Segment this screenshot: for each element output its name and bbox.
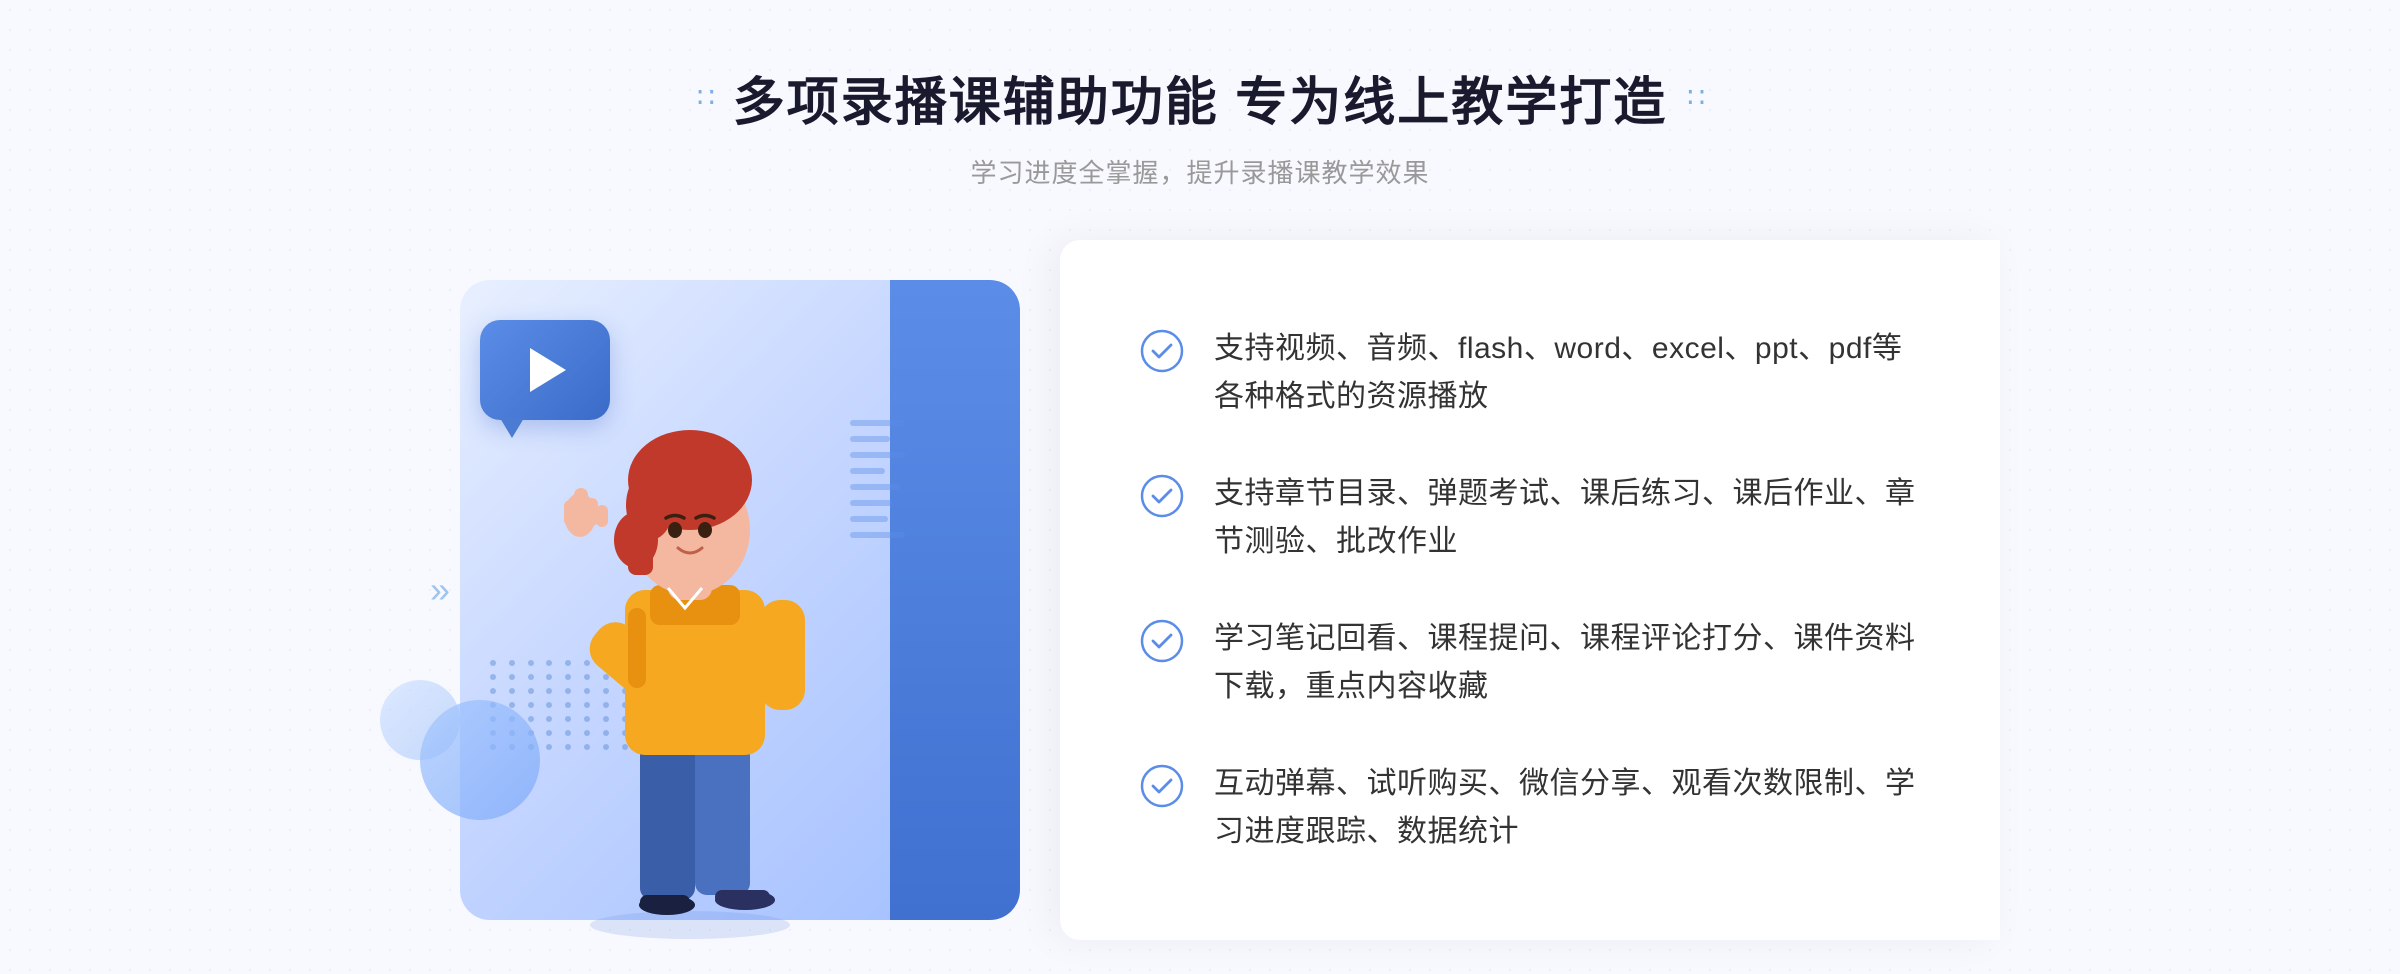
illustration-area: »	[400, 240, 1080, 940]
check-icon-2	[1140, 474, 1184, 518]
feature-text-4: 互动弹幕、试听购买、微信分享、观看次数限制、学习进度跟踪、数据统计	[1214, 760, 1920, 856]
page-wrapper: ∷ 多项录播课辅助功能 专为线上教学打造 ∷ 学习进度全掌握，提升录播课教学效果…	[0, 0, 2400, 974]
decorative-circle-2	[380, 680, 460, 760]
feature-text-1: 支持视频、音频、flash、word、excel、ppt、pdf等各种格式的资源…	[1214, 325, 1920, 421]
feature-item-1: 支持视频、音频、flash、word、excel、ppt、pdf等各种格式的资源…	[1140, 305, 1920, 441]
feature-item-4: 互动弹幕、试听购买、微信分享、观看次数限制、学习进度跟踪、数据统计	[1140, 740, 1920, 876]
person-figure	[520, 360, 860, 940]
feature-item-3: 学习笔记回看、课程提问、课程评论打分、课件资料下载，重点内容收藏	[1140, 595, 1920, 731]
check-icon-4	[1140, 764, 1184, 808]
header-section: ∷ 多项录播课辅助功能 专为线上教学打造 ∷ 学习进度全掌握，提升录播课教学效果	[697, 0, 1703, 230]
page-title: 多项录播课辅助功能 专为线上教学打造	[733, 60, 1667, 135]
title-dots-left: ∷	[697, 81, 713, 114]
page-subtitle: 学习进度全掌握，提升录播课教学效果	[697, 153, 1703, 190]
side-arrow-decoration: »	[430, 569, 450, 611]
content-section: »	[400, 240, 2000, 940]
feature-text-2: 支持章节目录、弹题考试、课后练习、课后作业、章节测验、批改作业	[1214, 470, 1920, 566]
features-area: 支持视频、音频、flash、word、excel、ppt、pdf等各种格式的资源…	[1060, 240, 2000, 940]
feature-text-3: 学习笔记回看、课程提问、课程评论打分、课件资料下载，重点内容收藏	[1214, 615, 1920, 711]
chevron-icon: »	[430, 569, 450, 610]
check-icon-1	[1140, 329, 1184, 373]
title-dots-right: ∷	[1687, 81, 1703, 114]
header-title-row: ∷ 多项录播课辅助功能 专为线上教学打造 ∷	[697, 60, 1703, 135]
feature-item-2: 支持章节目录、弹题考试、课后练习、课后作业、章节测验、批改作业	[1140, 450, 1920, 586]
blue-stripe	[890, 280, 1020, 920]
check-icon-3	[1140, 619, 1184, 663]
